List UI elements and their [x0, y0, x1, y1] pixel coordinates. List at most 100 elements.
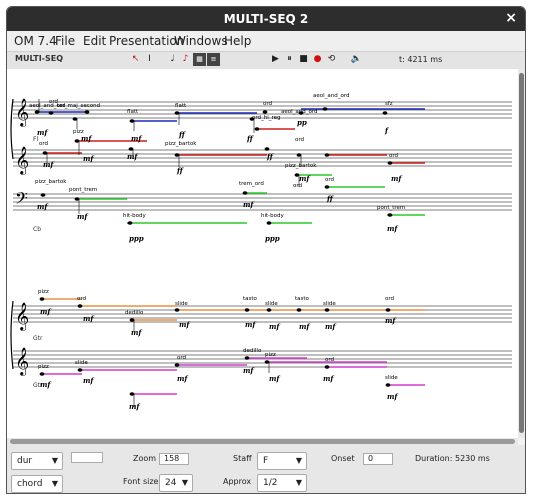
arrow-tool-icon[interactable]: ↖ [129, 53, 142, 66]
svg-text:pizz_bartok: pizz_bartok [35, 179, 67, 185]
title-bar: MULTI-SEQ 2 × [7, 7, 525, 31]
svg-text:mf: mf [269, 322, 281, 331]
svg-text:tasto: tasto [295, 296, 310, 302]
svg-text:pizz_bartok: pizz_bartok [165, 141, 197, 147]
svg-text:ord: ord [39, 141, 48, 147]
horizontal-scrollbar[interactable] [7, 438, 518, 445]
svg-text:mf: mf [323, 374, 335, 383]
speaker-icon[interactable]: 🔈 [350, 53, 363, 66]
stop-icon[interactable]: ■ [297, 53, 310, 66]
svg-text:mf: mf [245, 320, 257, 329]
onset-input[interactable]: 0 [363, 453, 393, 465]
svg-text:mf: mf [391, 174, 403, 183]
mode-dur-value: dur [17, 456, 33, 466]
svg-text:dedillo: dedillo [125, 310, 144, 316]
svg-text:aeol_and_ord: aeol_and_ord [313, 93, 350, 99]
svg-text:mf: mf [131, 328, 143, 337]
duration-readout: Duration: 5230 ms [415, 454, 490, 463]
svg-text:mf: mf [179, 320, 191, 329]
svg-text:flatt: flatt [175, 103, 187, 109]
svg-text:ff: ff [178, 130, 186, 139]
svg-text:mf: mf [40, 307, 52, 316]
playhead-time: t: 4211 ms [399, 55, 443, 64]
staff-dropdown[interactable]: F ▼ [257, 452, 307, 470]
svg-text:mf: mf [83, 154, 95, 163]
toolbar: MULTI-SEQ ↖ I ♩ ♪ ▦ ≡ ▶ ⏸ ■ ● ⟲ 🔈 t: 421… [7, 51, 525, 71]
note-heads [34, 107, 393, 396]
mode-dropdown-dur[interactable]: dur ▼ [11, 452, 63, 470]
svg-text:pont_trem: pont_trem [69, 187, 97, 193]
font-size-dropdown[interactable]: 24 ▼ [159, 474, 193, 492]
close-icon[interactable]: × [505, 10, 517, 26]
staff-value: F [263, 456, 269, 466]
instrument-label: Gtr [33, 335, 43, 342]
color-swatch[interactable] [71, 452, 103, 463]
svg-text:mf: mf [177, 374, 189, 383]
svg-text:mf: mf [83, 314, 95, 323]
svg-text:ord_hi_reg: ord_hi_reg [252, 115, 281, 121]
svg-text:mf: mf [243, 200, 255, 209]
svg-text:mf: mf [299, 322, 311, 331]
text-cursor-icon[interactable]: I [143, 53, 156, 66]
menu-file[interactable]: File [55, 34, 75, 48]
menu-om[interactable]: OM 7.4 [14, 34, 57, 48]
loop-icon[interactable]: ⟲ [325, 53, 338, 66]
system-bracket [10, 300, 14, 370]
note-icon[interactable]: ♩ [166, 53, 179, 66]
chord-icon[interactable]: ▦ [193, 53, 206, 66]
svg-text:ord: ord [385, 296, 394, 302]
font-size-value: 24 [165, 478, 177, 488]
staff-icon[interactable]: ≡ [207, 53, 220, 66]
zoom-input[interactable]: 158 [159, 453, 189, 465]
menu-windows[interactable]: Windows [174, 34, 228, 48]
menu-help[interactable]: Help [224, 34, 251, 48]
svg-text:hit-body: hit-body [261, 213, 285, 219]
svg-text:pizz_bartok: pizz_bartok [285, 163, 317, 169]
vertical-scroll-thumb[interactable] [519, 73, 524, 433]
menu-edit[interactable]: Edit [83, 34, 106, 48]
mode-chord-value: chord [17, 479, 43, 489]
score-view[interactable]: 𝄞 𝄞 𝄢 𝄞 𝄞 Fl Cb Gtr Gtr aeol_and_ord ord… [7, 69, 518, 438]
svg-text:hit-body: hit-body [123, 213, 147, 219]
menu-bar: OM 7.4 File Edit Presentation Windows He… [7, 31, 525, 51]
svg-text:ppp: ppp [265, 234, 280, 243]
svg-text:mf: mf [387, 392, 399, 401]
svg-text:mf: mf [40, 380, 52, 389]
svg-text:mf: mf [37, 128, 49, 137]
chevron-down-icon: ▼ [295, 456, 302, 465]
pause-icon[interactable]: ⏸ [283, 53, 296, 66]
svg-text:mf: mf [43, 160, 55, 169]
system-bracket [10, 98, 14, 160]
svg-text:slide: slide [175, 301, 188, 307]
svg-text:mf: mf [243, 366, 255, 375]
svg-text:mf: mf [37, 202, 49, 211]
multi-seq-window: MULTI-SEQ 2 × OM 7.4 File Edit Presentat… [6, 6, 526, 494]
svg-text:ord: ord [77, 296, 86, 302]
chevron-down-icon: ▼ [51, 456, 58, 465]
vertical-scrollbar[interactable] [518, 69, 525, 438]
approx-dropdown[interactable]: 1/2 ▼ [257, 474, 307, 492]
svg-text:mf: mf [387, 224, 399, 233]
svg-text:slide: slide [265, 301, 278, 307]
svg-text:ord: ord [263, 101, 272, 107]
svg-text:aeol_and_ord: aeol_and_ord [281, 109, 318, 115]
horizontal-scroll-thumb[interactable] [10, 439, 515, 444]
svg-text:tasto: tasto [243, 296, 258, 302]
editor-controls-panel: dur ▼ chord ▼ Zoom 158 Font size 24 ▼ Staff… [7, 445, 525, 493]
mode-dropdown-chord[interactable]: chord ▼ [11, 475, 63, 493]
editor-name: MULTI-SEQ [15, 54, 64, 63]
play-icon[interactable]: ▶ [269, 53, 282, 66]
svg-text:ff: ff [266, 152, 274, 161]
svg-text:ff: ff [326, 194, 334, 203]
svg-text:slide: slide [385, 375, 398, 381]
svg-text:ff: ff [176, 166, 184, 175]
svg-text:ord: ord [325, 177, 334, 183]
svg-text:pont_trem: pont_trem [377, 205, 405, 211]
instrument-label: Cb [33, 226, 41, 233]
staff-label: Staff [233, 454, 252, 463]
record-icon[interactable]: ● [311, 53, 324, 66]
svg-text:mf: mf [269, 374, 281, 383]
approx-label: Approx [223, 477, 252, 486]
red-note-icon[interactable]: ♪ [179, 53, 192, 66]
onset-label: Onset [331, 454, 355, 463]
